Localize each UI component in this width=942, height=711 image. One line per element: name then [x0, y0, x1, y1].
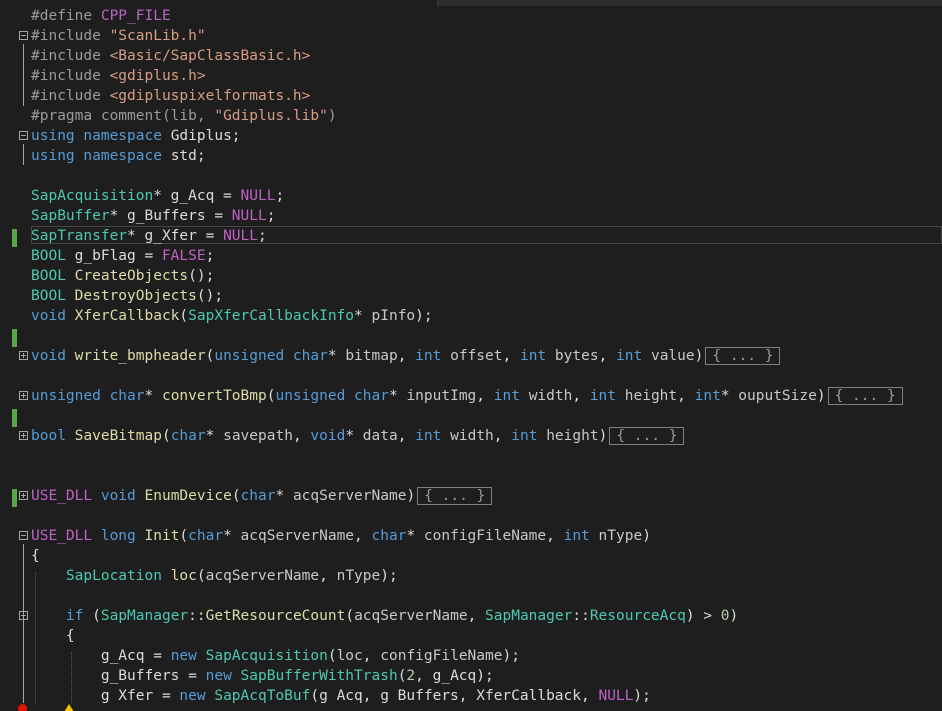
code-line[interactable]: bool SaveBitmap(char* savepath, void* da…: [0, 426, 942, 446]
line-text: SapTransfer* g_Xfer = NULL;: [31, 228, 267, 244]
line-text: void write_bmpheader(unsigned char* bitm…: [31, 346, 781, 366]
error-icon[interactable]: [18, 704, 27, 711]
line-text: void XferCallback(SapXferCallbackInfo* p…: [31, 308, 433, 324]
line-text: unsigned char* convertToBmp(unsigned cha…: [31, 386, 903, 406]
line-text: bool SaveBitmap(char* savepath, void* da…: [31, 426, 685, 446]
fold-expand-icon[interactable]: [19, 491, 28, 500]
line-text: g_Acq = new SapAcquisition(loc, configFi…: [31, 648, 520, 664]
collapsed-block[interactable]: { ... }: [609, 427, 685, 445]
fold-expand-icon[interactable]: [19, 351, 28, 360]
code-line[interactable]: SapLocation loc(acqServerName, nType);: [0, 566, 942, 586]
fold-collapse-icon[interactable]: [19, 31, 28, 40]
change-marker: [12, 489, 17, 507]
line-text: using namespace Gdiplus;: [31, 128, 241, 144]
fold-expand-icon[interactable]: [19, 431, 28, 440]
code-line[interactable]: #include <gdiplus.h>: [0, 66, 942, 86]
code-line[interactable]: USE_DLL long Init(char* acqServerName, c…: [0, 526, 942, 546]
line-text: USE_DLL long Init(char* acqServerName, c…: [31, 528, 651, 544]
line-text: g_Buffers = new SapBufferWithTrash(2, g_…: [31, 668, 494, 684]
code-line[interactable]: USE_DLL void EnumDevice(char* acqServerN…: [0, 486, 942, 507]
code-line[interactable]: [0, 406, 942, 427]
line-text: SapAcquisition* g_Acq = NULL;: [31, 188, 285, 204]
line-text: BOOL g_bFlag = FALSE;: [31, 248, 215, 264]
warning-icon[interactable]: [64, 704, 74, 711]
fold-expand-icon[interactable]: [19, 391, 28, 400]
line-text: #include <gdipluspixelformats.h>: [31, 88, 311, 104]
fold-collapse-icon[interactable]: [19, 131, 28, 140]
code-line[interactable]: if (SapManager::GetResourceCount(acqServ…: [0, 606, 942, 626]
fold-collapse-icon[interactable]: [19, 611, 28, 620]
line-text: SapBuffer* g_Buffers = NULL;: [31, 208, 276, 224]
code-line[interactable]: [0, 326, 942, 347]
line-text: BOOL DestroyObjects();: [31, 288, 224, 304]
line-text: BOOL CreateObjects();: [31, 268, 215, 284]
line-text: #include "ScanLib.h": [31, 28, 206, 44]
code-line[interactable]: #include "ScanLib.h": [0, 26, 942, 46]
code-line[interactable]: using namespace Gdiplus;: [0, 126, 942, 146]
code-line[interactable]: using namespace std;: [0, 146, 942, 166]
status-bar: [0, 703, 942, 711]
line-text: SapLocation loc(acqServerName, nType);: [65, 568, 398, 584]
change-marker: [12, 329, 17, 347]
line-text: using namespace std;: [31, 148, 206, 164]
code-line[interactable]: #pragma comment(lib, "Gdiplus.lib"): [0, 106, 942, 126]
change-marker: [12, 409, 17, 427]
code-line[interactable]: void XferCallback(SapXferCallbackInfo* p…: [0, 306, 942, 326]
code-editor[interactable]: #define CPP_FILE #include "ScanLib.h" #i…: [0, 6, 942, 704]
code-line[interactable]: #include <Basic/SapClassBasic.h>: [0, 46, 942, 66]
code-line[interactable]: #define CPP_FILE: [0, 6, 942, 26]
line-text: #define CPP_FILE: [31, 8, 171, 24]
code-line[interactable]: SapBuffer* g_Buffers = NULL;: [0, 206, 942, 226]
line-text: if (SapManager::GetResourceCount(acqServ…: [65, 608, 739, 624]
code-line[interactable]: unsigned char* convertToBmp(unsigned cha…: [0, 386, 942, 406]
code-line[interactable]: g_Acq = new SapAcquisition(loc, configFi…: [0, 646, 942, 666]
collapsed-block[interactable]: { ... }: [827, 387, 903, 405]
line-text: #include <Basic/SapClassBasic.h>: [31, 48, 311, 64]
line-text: {: [31, 628, 75, 644]
code-line-current[interactable]: SapTransfer* g_Xfer = NULL;: [0, 226, 942, 247]
code-line[interactable]: {: [0, 546, 942, 566]
code-line[interactable]: g_Buffers = new SapBufferWithTrash(2, g_…: [0, 666, 942, 686]
fold-collapse-icon[interactable]: [19, 531, 28, 540]
collapsed-block[interactable]: { ... }: [417, 487, 493, 505]
code-line[interactable]: BOOL CreateObjects();: [0, 266, 942, 286]
code-line[interactable]: SapAcquisition* g_Acq = NULL;: [0, 186, 942, 206]
code-line[interactable]: {: [0, 626, 942, 646]
code-line[interactable]: #include <gdipluspixelformats.h>: [0, 86, 942, 106]
code-line[interactable]: void write_bmpheader(unsigned char* bitm…: [0, 346, 942, 366]
code-line[interactable]: BOOL g_bFlag = FALSE;: [0, 246, 942, 266]
line-text: #pragma comment(lib, "Gdiplus.lib"): [31, 108, 337, 124]
line-text: USE_DLL void EnumDevice(char* acqServerN…: [31, 486, 493, 506]
collapsed-block[interactable]: { ... }: [705, 347, 781, 365]
code-line[interactable]: BOOL DestroyObjects();: [0, 286, 942, 306]
line-text: {: [31, 548, 40, 564]
change-marker: [12, 229, 17, 247]
line-text: #include <gdiplus.h>: [31, 68, 206, 84]
